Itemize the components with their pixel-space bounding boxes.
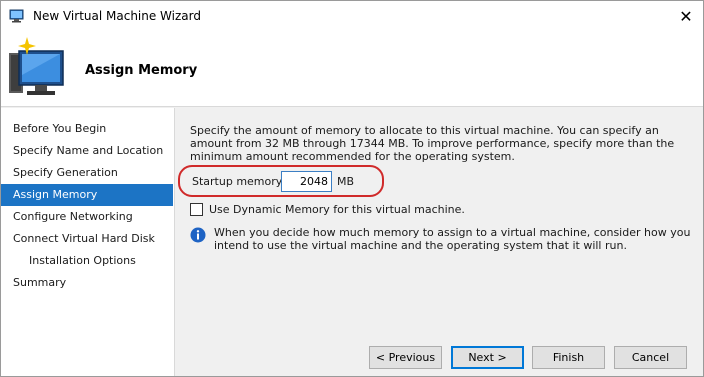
- virtual-machine-computer-icon: [7, 35, 67, 101]
- startup-memory-label: Startup memory:: [192, 175, 286, 188]
- startup-memory-input[interactable]: [281, 171, 332, 192]
- wizard-step-list: Before You Begin Specify Name and Locati…: [1, 108, 175, 376]
- sidebar-item-specify-name-and-location[interactable]: Specify Name and Location: [1, 140, 173, 162]
- sidebar-item-assign-memory[interactable]: Assign Memory: [1, 184, 173, 206]
- info-icon: [190, 227, 206, 243]
- memory-description: Specify the amount of memory to allocate…: [190, 124, 675, 163]
- sidebar-item-specify-generation[interactable]: Specify Generation: [1, 162, 173, 184]
- page-title: Assign Memory: [85, 63, 198, 78]
- dynamic-memory-checkbox[interactable]: [190, 202, 203, 216]
- sidebar-item-configure-networking[interactable]: Configure Networking: [1, 206, 173, 228]
- window-title: New Virtual Machine Wizard: [33, 9, 201, 23]
- finish-button[interactable]: Finish: [532, 346, 605, 369]
- startup-memory-highlight: Startup memory: MB: [178, 165, 384, 197]
- close-icon: ✕: [679, 6, 693, 26]
- previous-button[interactable]: < Previous: [369, 346, 442, 369]
- virtual-machine-app-icon: [9, 9, 25, 23]
- close-button[interactable]: ✕: [669, 1, 703, 31]
- memory-info-text: When you decide how much memory to assig…: [214, 226, 691, 252]
- dynamic-memory-label[interactable]: Use Dynamic Memory for this virtual mach…: [209, 203, 465, 216]
- wizard-footer: < Previous Next > Finish Cancel: [176, 342, 703, 376]
- wizard-header: Assign Memory: [1, 31, 703, 107]
- cancel-button[interactable]: Cancel: [614, 346, 687, 369]
- sidebar-item-summary[interactable]: Summary: [1, 272, 173, 294]
- memory-unit-label: MB: [337, 175, 355, 188]
- wizard-window: New Virtual Machine Wizard ✕ Assign Memo…: [0, 0, 704, 377]
- title-bar: New Virtual Machine Wizard ✕: [1, 1, 703, 31]
- wizard-content: Specify the amount of memory to allocate…: [176, 108, 703, 342]
- sidebar-item-installation-options[interactable]: Installation Options: [1, 250, 173, 272]
- next-button[interactable]: Next >: [451, 346, 524, 369]
- dynamic-memory-option: Use Dynamic Memory for this virtual mach…: [190, 202, 465, 216]
- sidebar-item-before-you-begin[interactable]: Before You Begin: [1, 118, 173, 140]
- sidebar-item-connect-virtual-hard-disk[interactable]: Connect Virtual Hard Disk: [1, 228, 173, 250]
